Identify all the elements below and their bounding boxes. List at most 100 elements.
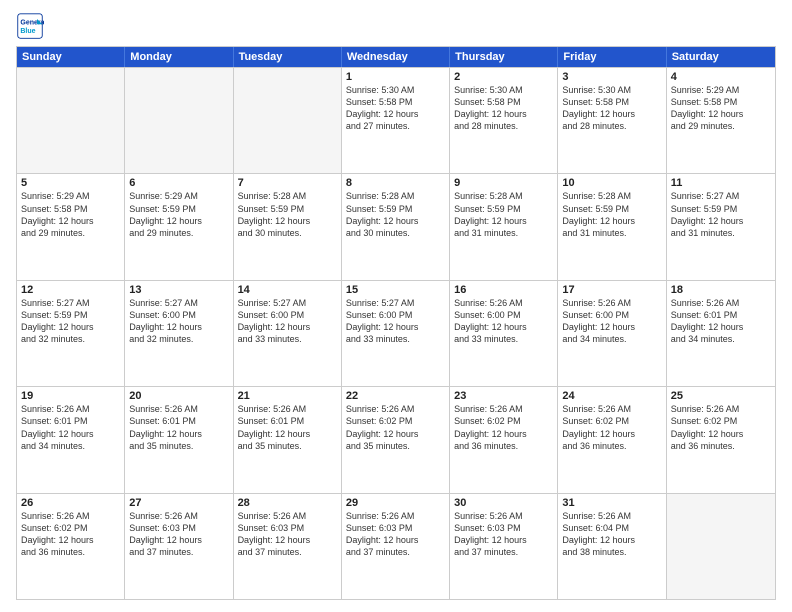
day-number: 18	[671, 284, 771, 296]
calendar-cell	[667, 494, 775, 599]
day-number: 16	[454, 284, 553, 296]
calendar-cell: 11Sunrise: 5:27 AM Sunset: 5:59 PM Dayli…	[667, 174, 775, 279]
calendar-header-cell: Saturday	[667, 47, 775, 67]
calendar-cell: 2Sunrise: 5:30 AM Sunset: 5:58 PM Daylig…	[450, 68, 558, 173]
day-info: Sunrise: 5:26 AM Sunset: 6:03 PM Dayligh…	[129, 510, 228, 559]
day-info: Sunrise: 5:26 AM Sunset: 6:02 PM Dayligh…	[671, 403, 771, 452]
calendar-cell: 29Sunrise: 5:26 AM Sunset: 6:03 PM Dayli…	[342, 494, 450, 599]
day-info: Sunrise: 5:26 AM Sunset: 6:02 PM Dayligh…	[346, 403, 445, 452]
calendar-header-cell: Tuesday	[234, 47, 342, 67]
day-info: Sunrise: 5:26 AM Sunset: 6:02 PM Dayligh…	[21, 510, 120, 559]
calendar-cell: 23Sunrise: 5:26 AM Sunset: 6:02 PM Dayli…	[450, 387, 558, 492]
day-number: 24	[562, 390, 661, 402]
calendar-week: 26Sunrise: 5:26 AM Sunset: 6:02 PM Dayli…	[17, 493, 775, 599]
day-number: 29	[346, 497, 445, 509]
day-number: 25	[671, 390, 771, 402]
day-info: Sunrise: 5:26 AM Sunset: 6:01 PM Dayligh…	[238, 403, 337, 452]
calendar-cell: 24Sunrise: 5:26 AM Sunset: 6:02 PM Dayli…	[558, 387, 666, 492]
day-info: Sunrise: 5:26 AM Sunset: 6:02 PM Dayligh…	[454, 403, 553, 452]
day-info: Sunrise: 5:27 AM Sunset: 5:59 PM Dayligh…	[21, 297, 120, 346]
calendar-cell: 1Sunrise: 5:30 AM Sunset: 5:58 PM Daylig…	[342, 68, 450, 173]
day-number: 12	[21, 284, 120, 296]
day-number: 11	[671, 177, 771, 189]
day-info: Sunrise: 5:28 AM Sunset: 5:59 PM Dayligh…	[238, 190, 337, 239]
day-number: 8	[346, 177, 445, 189]
day-number: 6	[129, 177, 228, 189]
calendar-cell: 31Sunrise: 5:26 AM Sunset: 6:04 PM Dayli…	[558, 494, 666, 599]
day-number: 4	[671, 71, 771, 83]
calendar-cell: 9Sunrise: 5:28 AM Sunset: 5:59 PM Daylig…	[450, 174, 558, 279]
calendar-cell	[234, 68, 342, 173]
day-number: 10	[562, 177, 661, 189]
day-info: Sunrise: 5:26 AM Sunset: 6:01 PM Dayligh…	[21, 403, 120, 452]
day-number: 21	[238, 390, 337, 402]
day-number: 20	[129, 390, 228, 402]
day-info: Sunrise: 5:30 AM Sunset: 5:58 PM Dayligh…	[454, 84, 553, 133]
svg-text:Blue: Blue	[20, 28, 35, 35]
calendar-cell: 3Sunrise: 5:30 AM Sunset: 5:58 PM Daylig…	[558, 68, 666, 173]
day-info: Sunrise: 5:28 AM Sunset: 5:59 PM Dayligh…	[562, 190, 661, 239]
day-info: Sunrise: 5:27 AM Sunset: 6:00 PM Dayligh…	[346, 297, 445, 346]
calendar-body: 1Sunrise: 5:30 AM Sunset: 5:58 PM Daylig…	[17, 67, 775, 599]
day-info: Sunrise: 5:26 AM Sunset: 6:01 PM Dayligh…	[129, 403, 228, 452]
day-info: Sunrise: 5:26 AM Sunset: 6:01 PM Dayligh…	[671, 297, 771, 346]
calendar-week: 12Sunrise: 5:27 AM Sunset: 5:59 PM Dayli…	[17, 280, 775, 386]
calendar-cell: 7Sunrise: 5:28 AM Sunset: 5:59 PM Daylig…	[234, 174, 342, 279]
day-info: Sunrise: 5:30 AM Sunset: 5:58 PM Dayligh…	[346, 84, 445, 133]
calendar-cell: 28Sunrise: 5:26 AM Sunset: 6:03 PM Dayli…	[234, 494, 342, 599]
calendar-cell: 8Sunrise: 5:28 AM Sunset: 5:59 PM Daylig…	[342, 174, 450, 279]
calendar-cell: 13Sunrise: 5:27 AM Sunset: 6:00 PM Dayli…	[125, 281, 233, 386]
day-info: Sunrise: 5:26 AM Sunset: 6:03 PM Dayligh…	[238, 510, 337, 559]
calendar-week: 1Sunrise: 5:30 AM Sunset: 5:58 PM Daylig…	[17, 67, 775, 173]
calendar-header-cell: Thursday	[450, 47, 558, 67]
day-number: 7	[238, 177, 337, 189]
day-number: 26	[21, 497, 120, 509]
day-info: Sunrise: 5:27 AM Sunset: 5:59 PM Dayligh…	[671, 190, 771, 239]
calendar-cell: 19Sunrise: 5:26 AM Sunset: 6:01 PM Dayli…	[17, 387, 125, 492]
day-number: 22	[346, 390, 445, 402]
calendar-cell: 16Sunrise: 5:26 AM Sunset: 6:00 PM Dayli…	[450, 281, 558, 386]
day-number: 9	[454, 177, 553, 189]
calendar-header-cell: Wednesday	[342, 47, 450, 67]
calendar-header-cell: Monday	[125, 47, 233, 67]
day-info: Sunrise: 5:29 AM Sunset: 5:58 PM Dayligh…	[21, 190, 120, 239]
page: General Blue SundayMondayTuesdayWednesda…	[0, 0, 792, 612]
calendar-cell: 12Sunrise: 5:27 AM Sunset: 5:59 PM Dayli…	[17, 281, 125, 386]
calendar-cell: 21Sunrise: 5:26 AM Sunset: 6:01 PM Dayli…	[234, 387, 342, 492]
calendar-cell: 25Sunrise: 5:26 AM Sunset: 6:02 PM Dayli…	[667, 387, 775, 492]
day-number: 1	[346, 71, 445, 83]
day-info: Sunrise: 5:27 AM Sunset: 6:00 PM Dayligh…	[129, 297, 228, 346]
header: General Blue	[16, 12, 776, 40]
day-info: Sunrise: 5:28 AM Sunset: 5:59 PM Dayligh…	[454, 190, 553, 239]
day-info: Sunrise: 5:26 AM Sunset: 6:03 PM Dayligh…	[346, 510, 445, 559]
day-number: 15	[346, 284, 445, 296]
day-info: Sunrise: 5:26 AM Sunset: 6:03 PM Dayligh…	[454, 510, 553, 559]
day-number: 23	[454, 390, 553, 402]
calendar-cell: 27Sunrise: 5:26 AM Sunset: 6:03 PM Dayli…	[125, 494, 233, 599]
calendar-cell: 6Sunrise: 5:29 AM Sunset: 5:59 PM Daylig…	[125, 174, 233, 279]
calendar-cell: 26Sunrise: 5:26 AM Sunset: 6:02 PM Dayli…	[17, 494, 125, 599]
calendar-cell: 5Sunrise: 5:29 AM Sunset: 5:58 PM Daylig…	[17, 174, 125, 279]
day-number: 14	[238, 284, 337, 296]
day-number: 17	[562, 284, 661, 296]
day-info: Sunrise: 5:26 AM Sunset: 6:02 PM Dayligh…	[562, 403, 661, 452]
calendar-cell: 10Sunrise: 5:28 AM Sunset: 5:59 PM Dayli…	[558, 174, 666, 279]
calendar-header-cell: Friday	[558, 47, 666, 67]
logo-icon: General Blue	[16, 12, 44, 40]
calendar-cell: 20Sunrise: 5:26 AM Sunset: 6:01 PM Dayli…	[125, 387, 233, 492]
calendar-cell: 14Sunrise: 5:27 AM Sunset: 6:00 PM Dayli…	[234, 281, 342, 386]
day-number: 5	[21, 177, 120, 189]
calendar-cell: 22Sunrise: 5:26 AM Sunset: 6:02 PM Dayli…	[342, 387, 450, 492]
day-number: 28	[238, 497, 337, 509]
calendar: SundayMondayTuesdayWednesdayThursdayFrid…	[16, 46, 776, 600]
calendar-cell	[17, 68, 125, 173]
day-number: 19	[21, 390, 120, 402]
calendar-cell: 30Sunrise: 5:26 AM Sunset: 6:03 PM Dayli…	[450, 494, 558, 599]
logo: General Blue	[16, 12, 48, 40]
day-info: Sunrise: 5:27 AM Sunset: 6:00 PM Dayligh…	[238, 297, 337, 346]
day-info: Sunrise: 5:26 AM Sunset: 6:04 PM Dayligh…	[562, 510, 661, 559]
day-info: Sunrise: 5:26 AM Sunset: 6:00 PM Dayligh…	[562, 297, 661, 346]
day-info: Sunrise: 5:29 AM Sunset: 5:59 PM Dayligh…	[129, 190, 228, 239]
day-info: Sunrise: 5:29 AM Sunset: 5:58 PM Dayligh…	[671, 84, 771, 133]
day-number: 13	[129, 284, 228, 296]
